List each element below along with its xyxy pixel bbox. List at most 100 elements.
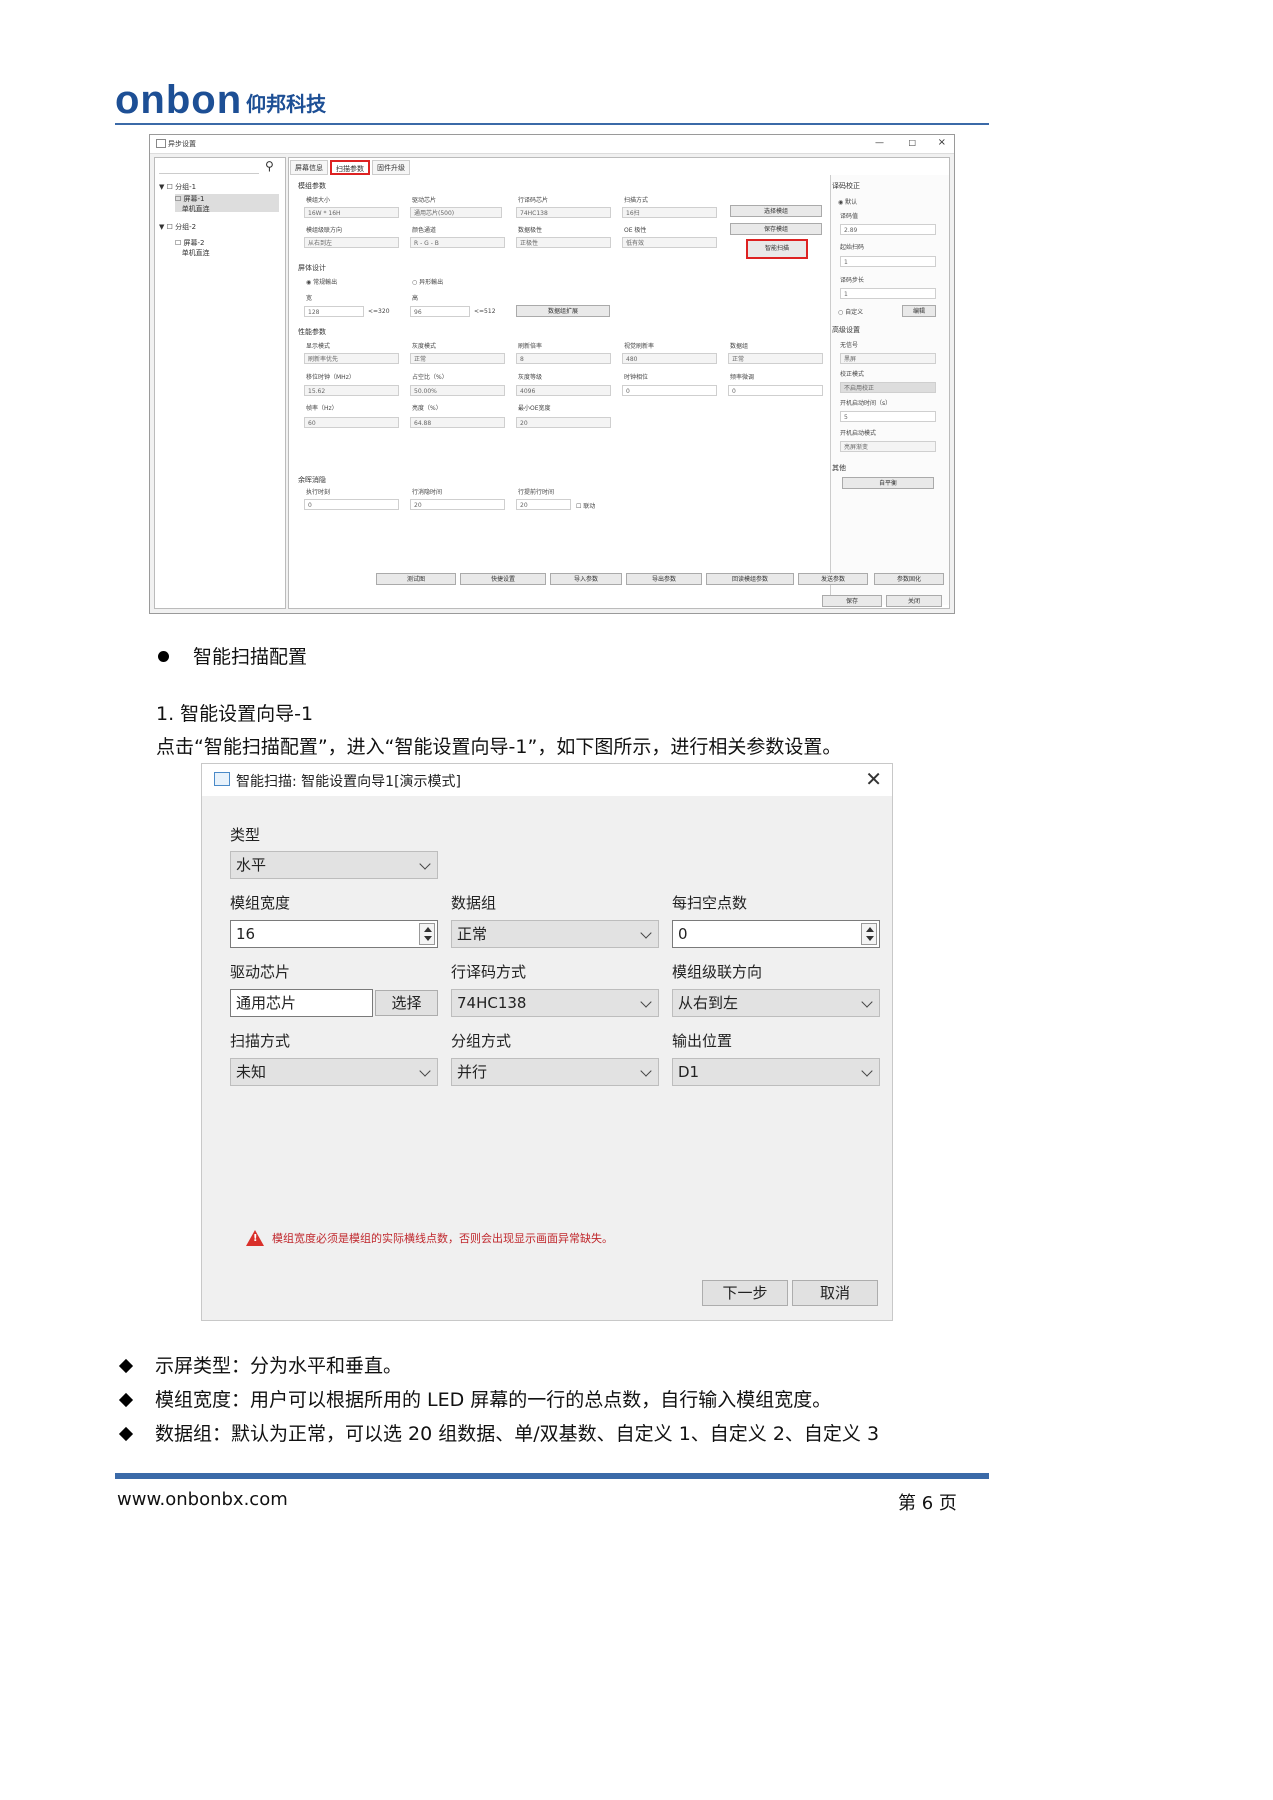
tab-scan-params[interactable]: 扫描参数 (330, 160, 370, 175)
driver-chip-field[interactable]: 通用芯片(500) (410, 207, 502, 218)
save-button[interactable]: 保存 (822, 595, 882, 607)
tab-firmware[interactable]: 固件升级 (372, 160, 410, 175)
clock-phase-input[interactable]: 0 (622, 385, 717, 396)
data-group-select[interactable]: 正常 (728, 353, 823, 364)
radio-default[interactable]: ◉ 默认 (838, 197, 857, 206)
radio-custom[interactable]: ○ 自定义 (838, 307, 863, 316)
save-module-button[interactable]: 保存模组 (730, 223, 822, 235)
group-mode-select[interactable]: 并行 (451, 1058, 659, 1086)
visual-refresh-select[interactable]: 480 (622, 353, 717, 364)
warning-message: 模组宽度必须是模组的实际横线点数，否则会出现显示画面异常缺失。 (246, 1230, 613, 1246)
minimize-icon[interactable]: — (875, 138, 884, 148)
readback-params-button[interactable]: 回读模组参数 (706, 573, 794, 585)
type-select[interactable]: 水平 (230, 851, 438, 879)
cancel-button[interactable]: 取消 (792, 1280, 878, 1306)
boot-time-input[interactable]: 5 (840, 411, 936, 422)
cascade-select[interactable]: 从右到左 (304, 237, 399, 248)
spinner-icon[interactable] (419, 923, 435, 945)
screen-width-max: <=320 (368, 308, 390, 315)
output-position-select[interactable]: D1 (672, 1058, 880, 1086)
other-section-title: 其他 (832, 464, 846, 472)
decode-step-input[interactable]: 1 (840, 288, 936, 299)
boot-mode-select[interactable]: 亮屏渐变 (840, 441, 936, 452)
color-channel-label: 颜色通道 (412, 227, 437, 234)
tab-screen-info[interactable]: 屏幕信息 (290, 160, 328, 175)
advanced-section-title: 高级设置 (832, 326, 860, 334)
scan-mode-select[interactable]: 未知 (230, 1058, 438, 1086)
screen-width-input[interactable]: 128 (304, 306, 364, 317)
window-title: 异步设置 (168, 140, 196, 148)
next-button[interactable]: 下一步 (702, 1280, 788, 1306)
list-bullet (118, 1426, 134, 1442)
module-width-label: 模组宽度 (230, 894, 291, 912)
chevron-down-icon (861, 1065, 873, 1077)
header-divider (115, 123, 989, 125)
tab-bar: 屏幕信息 扫描参数 固件升级 (290, 160, 410, 175)
row-blank-input[interactable]: 20 (410, 499, 505, 510)
tree-screen-2[interactable]: ☐ 屏幕-2 单机直连 (175, 238, 210, 258)
row-decode-select[interactable]: 74HC138 (451, 989, 659, 1017)
row-advance-input[interactable]: 20 (516, 499, 571, 510)
decode-value-input[interactable]: 2.89 (840, 224, 936, 235)
test-pattern-button[interactable]: 测试图 (376, 573, 456, 585)
data-group-select[interactable]: 正常 (451, 920, 659, 948)
scan-mode-field[interactable]: 16扫 (622, 207, 717, 218)
select-chip-button[interactable]: 选择 (375, 990, 438, 1016)
frame-rate-field: 60 (304, 417, 399, 428)
module-width-input[interactable]: 16 (230, 920, 438, 948)
send-params-button[interactable]: 发送参数 (798, 573, 868, 585)
shift-clock-select[interactable]: 15.62 (304, 385, 399, 396)
exec-time-label: 执行时刻 (306, 489, 331, 496)
no-signal-select[interactable]: 黑屏 (840, 353, 936, 364)
search-icon[interactable]: ⚲ (265, 159, 274, 173)
duty-cycle-select[interactable]: 50.00% (410, 385, 505, 396)
maximize-icon[interactable]: □ (908, 138, 916, 147)
screen-height-label: 高 (412, 295, 419, 302)
radio-normal-output[interactable]: ◉ 常规輸出 (306, 277, 337, 286)
select-module-button[interactable]: 选择模组 (730, 205, 822, 217)
gray-level-select[interactable]: 4096 (516, 385, 611, 396)
row-decode-select[interactable]: 74HC138 (516, 207, 611, 218)
color-channel-select[interactable]: R - G - B (410, 237, 505, 248)
decode-step-label: 译码步长 (840, 277, 865, 284)
cascade-select[interactable]: 从右到左 (672, 989, 880, 1017)
tree-group-2[interactable]: ▼ ☐ 分组-2 (159, 222, 196, 232)
tree-search-input[interactable] (159, 162, 259, 174)
radio-irregular-output[interactable]: ○ 异形輸出 (412, 277, 443, 286)
tree-group-1[interactable]: ▼ ☐ 分组-1 (159, 182, 196, 192)
warning-icon (246, 1230, 264, 1246)
dialog-titlebar: 智能扫描: 智能设置向导1[演示模式] ✕ (202, 764, 892, 796)
self-balance-button[interactable]: 自平衡 (842, 477, 934, 489)
screen-height-input[interactable]: 96 (410, 306, 470, 317)
exec-time-input[interactable]: 0 (304, 499, 399, 510)
display-mode-select[interactable]: 刷新率优先 (304, 353, 399, 364)
row-blank-label: 行消隐时间 (412, 489, 443, 496)
close-icon[interactable]: × (938, 137, 946, 148)
freq-tune-input[interactable]: 0 (728, 385, 823, 396)
link-checkbox[interactable]: ☐ 联动 (576, 501, 595, 510)
min-oe-field: 20 (516, 417, 611, 428)
blank-points-input[interactable]: 0 (672, 920, 880, 948)
smart-scan-button[interactable]: 智能扫描 (746, 239, 808, 259)
export-params-button[interactable]: 导出参数 (626, 573, 702, 585)
spinner-icon[interactable] (861, 923, 877, 945)
oe-polarity-label: OE 极性 (624, 227, 647, 234)
start-scan-input[interactable]: 1 (840, 256, 936, 267)
tree-screen-1[interactable]: ☐ 屏幕-1 单机直连 (175, 194, 279, 213)
driver-chip-field[interactable]: 通用芯片 (230, 989, 373, 1017)
data-group-expand-button[interactable]: 数据组扩展 (516, 305, 610, 317)
edit-button[interactable]: 编辑 (902, 305, 936, 317)
module-size-label: 模组大小 (306, 197, 331, 204)
import-params-button[interactable]: 导入参数 (550, 573, 622, 585)
close-button[interactable]: 关闭 (886, 595, 942, 607)
module-size-field[interactable]: 16W * 16H (304, 207, 399, 218)
close-icon[interactable]: ✕ (865, 767, 882, 791)
solidify-params-button[interactable]: 参数固化 (874, 573, 944, 585)
quick-setup-button[interactable]: 快捷设置 (460, 573, 546, 585)
data-polarity-select[interactable]: 正极性 (516, 237, 611, 248)
correction-mode-select[interactable]: 不启用校正 (840, 382, 936, 393)
gray-mode-select[interactable]: 正常 (410, 353, 505, 364)
refresh-multiplier-select[interactable]: 8 (516, 353, 611, 364)
row-decode-label: 行译码方式 (451, 963, 527, 981)
oe-polarity-select[interactable]: 低有效 (622, 237, 717, 248)
